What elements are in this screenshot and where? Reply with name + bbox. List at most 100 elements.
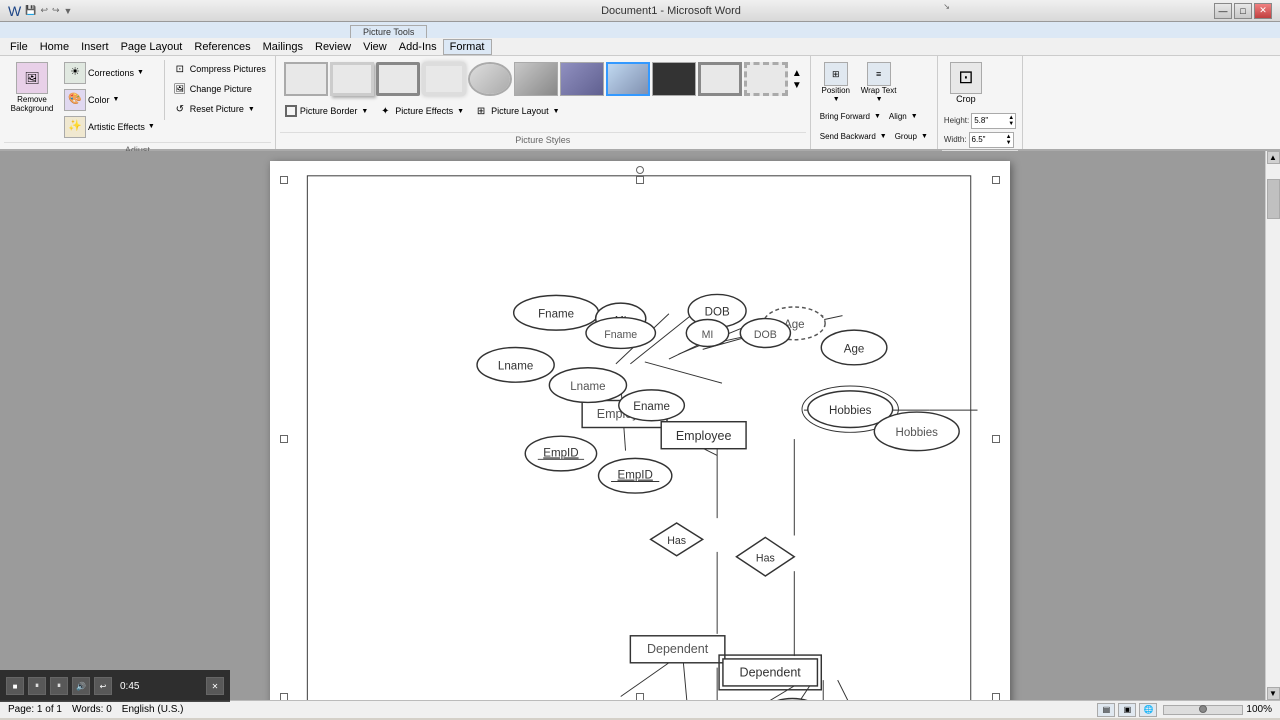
position-button[interactable]: ⊞ Position ▼ (817, 60, 855, 106)
ps-scroll-down[interactable]: ▼ (792, 80, 802, 91)
media-close-button[interactable]: ✕ (206, 677, 224, 695)
media-replay-button[interactable]: ↩ (94, 677, 112, 695)
picture-effects-button[interactable]: ✦ Picture Effects ▼ (375, 102, 467, 120)
picture-border-button[interactable]: Picture Border ▼ (282, 102, 371, 120)
menu-view[interactable]: View (357, 40, 393, 54)
ps-thumb-10[interactable] (698, 62, 742, 96)
bring-forward-button[interactable]: Bring Forward ▼ (817, 108, 884, 126)
crop-icon: ⊡ (950, 62, 982, 94)
scroll-thumb[interactable] (1267, 179, 1280, 219)
minimize-button[interactable]: — (1214, 3, 1232, 19)
width-down[interactable]: ▼ (1005, 140, 1013, 146)
ps-thumb-1[interactable] (284, 62, 328, 96)
media-stop-button[interactable]: ■ (6, 677, 24, 695)
menu-page-layout[interactable]: Page Layout (115, 40, 189, 54)
handle-ml[interactable] (280, 435, 288, 443)
artistic-effects-dropdown[interactable]: ▼ (148, 123, 155, 131)
words-status: Words: 0 (72, 704, 112, 715)
ps-scroll-up[interactable]: ▲ (792, 68, 802, 79)
artistic-effects-icon: ✨ (64, 116, 86, 138)
reset-picture-dropdown[interactable]: ▼ (248, 106, 255, 113)
close-button[interactable]: ✕ (1254, 3, 1272, 19)
ps-thumb-2[interactable] (330, 62, 374, 96)
ps-thumb-9[interactable] (652, 62, 696, 96)
quick-access-undo[interactable]: ↩ (40, 5, 48, 16)
menu-home[interactable]: Home (34, 40, 75, 54)
zoom-slider[interactable] (1163, 705, 1243, 715)
handle-bl[interactable] (280, 693, 288, 700)
send-backward-button[interactable]: Send Backward ▼ (817, 128, 890, 146)
ps-thumb-6[interactable] (514, 62, 558, 96)
svg-text:DOB: DOB (705, 307, 730, 319)
ps-thumb-4[interactable] (422, 62, 466, 96)
ribbon-group-size: ⊡ Crop Height: 5.8" ▲ ▼ Width: 6.5" (938, 56, 1023, 149)
menu-file[interactable]: File (4, 40, 34, 54)
media-controls: ■ ⏸ ⏸ 🔊 ↩ 0:45 ✕ (0, 670, 230, 702)
handle-tm[interactable] (636, 176, 644, 184)
width-input[interactable]: 6.5" ▲ ▼ (969, 132, 1014, 148)
status-left: Page: 1 of 1 Words: 0 English (U.S.) (8, 704, 183, 715)
handle-mr[interactable] (992, 435, 1000, 443)
corrections-icon: ☀ (64, 62, 86, 84)
menu-mailings[interactable]: Mailings (257, 40, 309, 54)
scroll-up-button[interactable]: ▲ (1267, 151, 1280, 164)
handle-bm[interactable] (636, 693, 644, 700)
maximize-button[interactable]: □ (1234, 3, 1252, 19)
zoom-thumb[interactable] (1199, 705, 1207, 713)
handle-tl[interactable] (280, 176, 288, 184)
quick-access-save[interactable]: 💾 (25, 5, 36, 16)
corrections-dropdown[interactable]: ▼ (137, 69, 144, 77)
compress-pictures-button[interactable]: ⊡ Compress Pictures (170, 60, 269, 78)
corrections-button[interactable]: ☀ Corrections ▼ (60, 60, 159, 86)
ribbon-group-arrange: ⊞ Position ▼ ≡ Wrap Text ▼ Bring Forward… (811, 56, 938, 149)
crop-button[interactable]: ⊡ Crop (944, 60, 988, 107)
menu-review[interactable]: Review (309, 40, 357, 54)
web-layout-view[interactable]: 🌐 (1139, 703, 1157, 717)
wrap-text-button[interactable]: ≡ Wrap Text ▼ (857, 60, 901, 106)
ps-thumb-8[interactable] (606, 62, 650, 96)
ps-thumb-11[interactable] (744, 62, 788, 96)
menu-addins[interactable]: Add-Ins (393, 40, 443, 54)
menu-format[interactable]: Format (443, 39, 492, 55)
print-layout-view[interactable]: ▤ (1097, 703, 1115, 717)
window-title: Document1 - Microsoft Word (128, 5, 1214, 17)
height-input[interactable]: 5.8" ▲ ▼ (971, 113, 1016, 129)
svg-text:DOB: DOB (754, 329, 777, 341)
svg-text:MI: MI (702, 329, 714, 341)
media-pause-button[interactable]: ⏸ (28, 677, 46, 695)
color-dropdown[interactable]: ▼ (113, 96, 120, 104)
svg-text:Lname: Lname (498, 361, 533, 373)
align-button[interactable]: Align ▼ (886, 108, 921, 126)
menu-insert[interactable]: Insert (75, 40, 115, 54)
svg-text:Ename: Ename (633, 401, 670, 413)
picture-layout-button[interactable]: ⊞ Picture Layout ▼ (471, 102, 562, 120)
handle-br[interactable] (992, 693, 1000, 700)
artistic-effects-button[interactable]: ✨ Artistic Effects ▼ (60, 114, 159, 140)
svg-text:Has: Has (756, 553, 775, 565)
language-status: English (U.S.) (122, 704, 184, 715)
handle-tr[interactable] (992, 176, 1000, 184)
quick-access-redo[interactable]: ↪ (52, 5, 60, 16)
svg-text:Fname: Fname (604, 329, 637, 341)
page-status: Page: 1 of 1 (8, 704, 62, 715)
scroll-down-button[interactable]: ▼ (1267, 687, 1280, 700)
quick-access-dropdown[interactable]: ▼ (64, 6, 73, 16)
height-down[interactable]: ▼ (1007, 121, 1015, 127)
wrap-text-icon: ≡ (867, 62, 891, 86)
ps-thumb-3[interactable] (376, 62, 420, 96)
picture-styles-expand[interactable]: ↘ (943, 2, 950, 11)
group-button[interactable]: Group ▼ (892, 128, 931, 146)
menu-references[interactable]: References (188, 40, 256, 54)
full-reading-view[interactable]: ▣ (1118, 703, 1136, 717)
change-picture-button[interactable]: 🖼 Change Picture (170, 80, 269, 98)
color-button[interactable]: 🎨 Color ▼ (60, 87, 159, 113)
ps-thumb-5[interactable] (468, 62, 512, 96)
scroll-bar-right[interactable]: ▲ ▼ (1265, 151, 1280, 700)
media-step-button[interactable]: ⏸ (50, 677, 68, 695)
ribbon-group-adjust: 🖼 Remove Background ☀ Corrections ▼ 🎨 Co… (0, 56, 276, 149)
media-audio-button[interactable]: 🔊 (72, 677, 90, 695)
ps-thumb-7[interactable] (560, 62, 604, 96)
reset-picture-button[interactable]: ↺ Reset Picture ▼ (170, 100, 269, 118)
height-control: Height: 5.8" ▲ ▼ (944, 113, 1016, 129)
remove-background-button[interactable]: 🖼 Remove Background (6, 60, 58, 116)
